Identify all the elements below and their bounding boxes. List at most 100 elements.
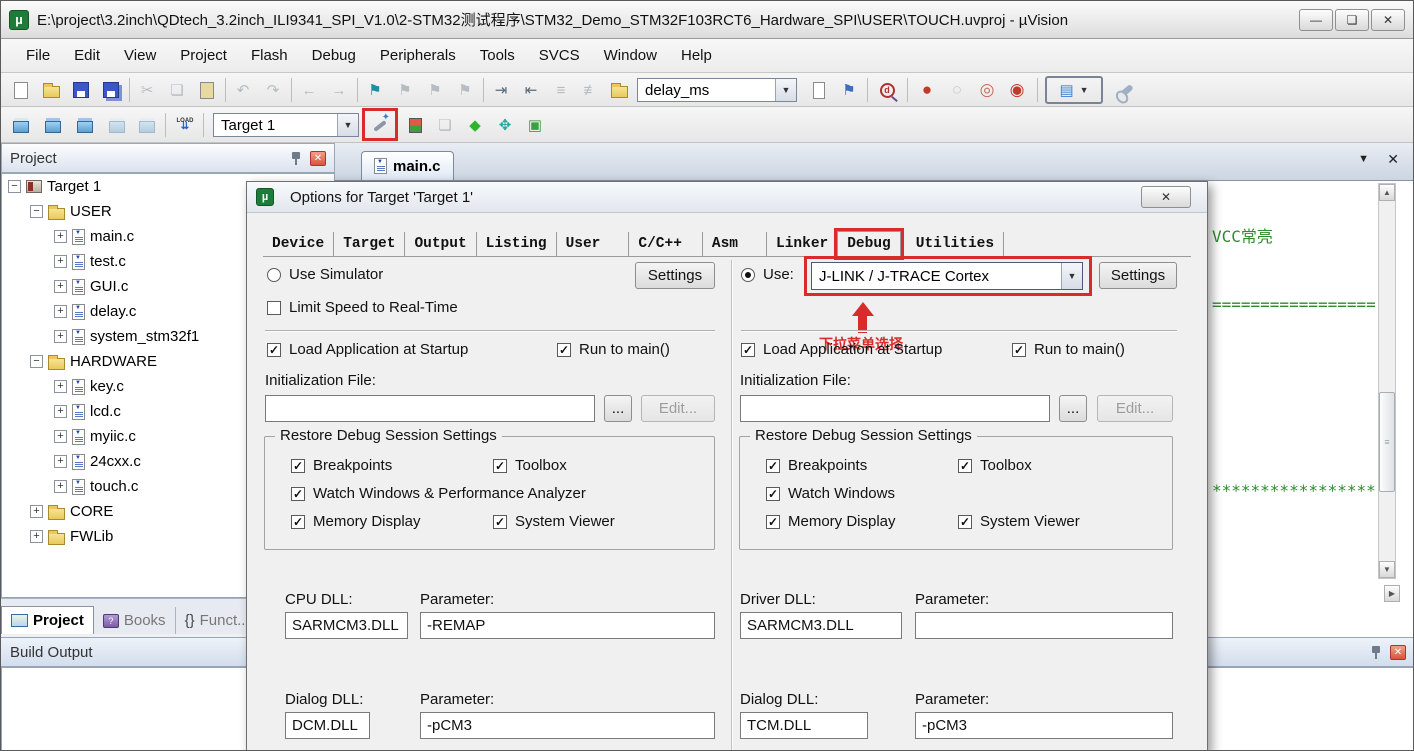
- environment-icon[interactable]: ◆: [463, 113, 487, 137]
- expand-icon[interactable]: +: [54, 480, 67, 493]
- expand-icon[interactable]: +: [54, 305, 67, 318]
- menu-project[interactable]: Project: [169, 43, 238, 68]
- manage-components-icon[interactable]: ▣: [523, 113, 547, 137]
- expand-icon[interactable]: +: [54, 405, 67, 418]
- bookmark-clear-icon[interactable]: ⚑: [453, 78, 477, 102]
- menu-tools[interactable]: Tools: [469, 43, 526, 68]
- system-viewer-checkbox-left[interactable]: ✓System Viewer: [493, 513, 615, 530]
- scrollbar-thumb[interactable]: ≡: [1379, 392, 1395, 492]
- tab-target[interactable]: Target: [334, 232, 405, 256]
- configuration-wrench-icon[interactable]: [1113, 76, 1137, 100]
- dialog-dll-input-left[interactable]: [285, 712, 370, 739]
- tab-listing[interactable]: Listing: [477, 232, 557, 256]
- menu-help[interactable]: Help: [670, 43, 723, 68]
- select-folders-icon[interactable]: ✥: [493, 113, 517, 137]
- disable-all-breakpoints-icon[interactable]: ◉: [1005, 78, 1029, 102]
- menu-edit[interactable]: Edit: [63, 43, 111, 68]
- collapse-icon[interactable]: −: [8, 180, 21, 193]
- edit-button-left[interactable]: Edit...: [641, 395, 715, 422]
- expand-icon[interactable]: +: [30, 530, 43, 543]
- dialog-dll-input-right[interactable]: [740, 712, 868, 739]
- browse-button-right[interactable]: ...: [1059, 395, 1087, 422]
- tab-c-cpp[interactable]: C/C++: [629, 232, 703, 256]
- edit-button-right[interactable]: Edit...: [1097, 395, 1173, 422]
- find-icon[interactable]: [807, 78, 831, 102]
- tab-functions[interactable]: {}Funct..: [176, 607, 256, 634]
- indent-icon[interactable]: ⇥: [489, 78, 513, 102]
- toolbox-checkbox-right[interactable]: ✓Toolbox: [958, 457, 1032, 474]
- memory-display-checkbox-left[interactable]: ✓Memory Display: [291, 513, 421, 530]
- navigate-back-icon[interactable]: ←: [297, 78, 321, 102]
- watch-windows-checkbox-left[interactable]: ✓Watch Windows & Performance Analyzer: [291, 485, 586, 502]
- tab-debug[interactable]: Debug: [837, 231, 901, 257]
- comment-icon[interactable]: ≡: [549, 78, 573, 102]
- run-to-main-checkbox-right[interactable]: ✓Run to main(): [1012, 341, 1125, 358]
- pin-icon[interactable]: [290, 151, 302, 165]
- navigate-forward-icon[interactable]: →: [327, 78, 351, 102]
- kill-breakpoints-icon[interactable]: ◎: [975, 78, 999, 102]
- bookmark-next-icon[interactable]: ⚑: [423, 78, 447, 102]
- expand-icon[interactable]: +: [54, 380, 67, 393]
- expand-icon[interactable]: +: [54, 430, 67, 443]
- new-file-icon[interactable]: [9, 78, 33, 102]
- menu-file[interactable]: File: [15, 43, 61, 68]
- init-file-input-left[interactable]: [265, 395, 595, 422]
- tab-project[interactable]: Project: [1, 606, 94, 634]
- scroll-right-icon[interactable]: ▶: [1384, 585, 1400, 602]
- debug-adapter-combo[interactable]: J-LINK / J-TRACE Cortex ▼: [811, 262, 1083, 290]
- scroll-up-icon[interactable]: ▲: [1379, 184, 1395, 201]
- driver-dll-input[interactable]: [740, 612, 902, 639]
- load-app-checkbox-left[interactable]: ✓Load Application at Startup: [267, 341, 468, 358]
- collapse-icon[interactable]: −: [30, 355, 43, 368]
- download-icon[interactable]: LOAD⇊: [173, 112, 197, 136]
- close-button[interactable]: ✕: [1371, 9, 1405, 31]
- menu-view[interactable]: View: [113, 43, 167, 68]
- menu-peripherals[interactable]: Peripherals: [369, 43, 467, 68]
- tab-asm[interactable]: Asm: [703, 232, 767, 256]
- undo-icon[interactable]: ↶: [231, 78, 255, 102]
- bookmark-prev-icon[interactable]: ⚑: [393, 78, 417, 102]
- file-extensions-icon[interactable]: ❏: [433, 113, 457, 137]
- toggle-breakpoint-icon[interactable]: ●: [915, 78, 939, 102]
- breakpoints-checkbox-right[interactable]: ✓Breakpoints: [766, 457, 867, 474]
- tab-utilities[interactable]: Utilities: [907, 232, 1004, 256]
- translate-icon[interactable]: [9, 113, 33, 137]
- tab-main-c[interactable]: main.c: [361, 151, 454, 180]
- cut-icon[interactable]: ✂: [135, 78, 159, 102]
- project-panel-close-icon[interactable]: ✕: [310, 151, 326, 166]
- stop-build-icon[interactable]: [135, 113, 159, 137]
- find-in-files-icon[interactable]: [607, 78, 631, 102]
- options-for-target-icon[interactable]: [368, 113, 392, 137]
- doc-close-icon[interactable]: ✕: [1387, 151, 1399, 168]
- rebuild-icon[interactable]: [73, 113, 97, 137]
- watch-windows-checkbox-right[interactable]: ✓Watch Windows: [766, 485, 895, 502]
- tab-books[interactable]: ?Books: [94, 607, 176, 634]
- pin-icon[interactable]: [1370, 645, 1382, 659]
- maximize-button[interactable]: ❏: [1335, 9, 1369, 31]
- unindent-icon[interactable]: ⇤: [519, 78, 543, 102]
- dialog-param-input-left[interactable]: [420, 712, 715, 739]
- system-viewer-checkbox-right[interactable]: ✓System Viewer: [958, 513, 1080, 530]
- menu-debug[interactable]: Debug: [301, 43, 367, 68]
- incremental-find-icon[interactable]: ⚑: [837, 78, 861, 102]
- tab-output[interactable]: Output: [405, 232, 476, 256]
- menu-flash[interactable]: Flash: [240, 43, 299, 68]
- redo-icon[interactable]: ↷: [261, 78, 285, 102]
- expand-icon[interactable]: +: [54, 255, 67, 268]
- simulator-settings-button[interactable]: Settings: [635, 262, 715, 289]
- flash-download-icon[interactable]: [403, 113, 427, 137]
- disable-breakpoint-icon[interactable]: ○: [945, 78, 969, 102]
- dialog-close-button[interactable]: ✕: [1141, 186, 1191, 208]
- build-icon[interactable]: [41, 113, 65, 137]
- expand-icon[interactable]: +: [30, 505, 43, 518]
- window-layout-combo[interactable]: ▤ ▼: [1045, 76, 1103, 104]
- save-all-icon[interactable]: [99, 78, 123, 102]
- browse-button-left[interactable]: ...: [604, 395, 632, 422]
- dialog-param-input-right[interactable]: [915, 712, 1173, 739]
- expand-icon[interactable]: +: [54, 230, 67, 243]
- copy-icon[interactable]: ❏: [165, 78, 189, 102]
- cpu-param-input[interactable]: [420, 612, 715, 639]
- cpu-dll-input[interactable]: [285, 612, 408, 639]
- use-simulator-radio[interactable]: Use Simulator: [267, 266, 383, 283]
- memory-display-checkbox-right[interactable]: ✓Memory Display: [766, 513, 896, 530]
